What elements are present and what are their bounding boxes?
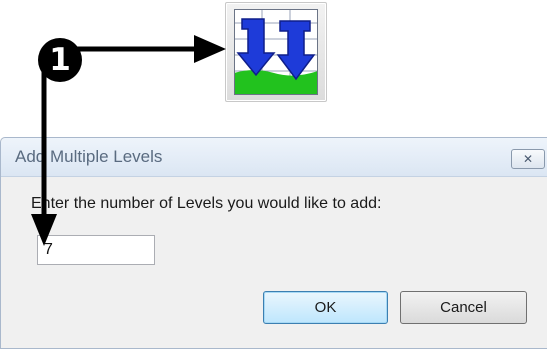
callout-number: 1 bbox=[49, 42, 71, 78]
callout-overlay bbox=[31, 35, 226, 246]
callout-arrowhead-right bbox=[194, 35, 226, 63]
callout-arrowhead-down bbox=[31, 214, 57, 246]
